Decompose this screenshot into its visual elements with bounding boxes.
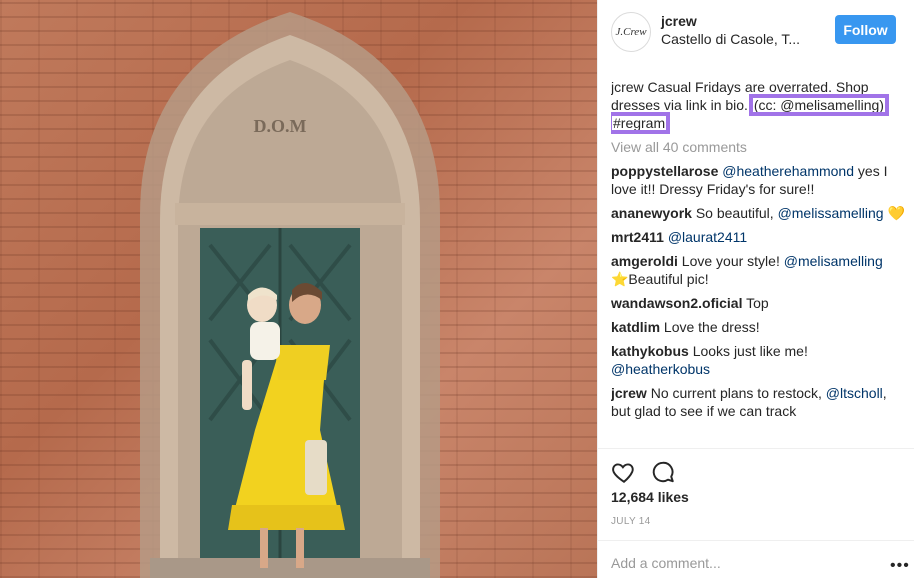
comment-item: mrt2411 @laurat2411 [611,228,905,246]
comment-item: jcrew No current plans to restock, @ltsc… [611,384,905,420]
more-options-icon[interactable]: ••• [890,557,910,575]
comment-item: poppystellarose @heatherehammond yes I l… [611,162,905,198]
comment-mention[interactable]: @melisamelling [784,253,883,269]
add-comment-input[interactable]: Add a comment... [611,555,721,571]
comment-mention[interactable]: @heatherkobus [611,361,710,377]
comment-item: kathykobus Looks just like me! @heatherk… [611,342,905,378]
comment-username[interactable]: amgeroldi [611,253,678,269]
caption-hashtag[interactable]: #regram [611,112,671,134]
comment-mention[interactable]: @ltscholl [826,385,883,401]
location-link[interactable]: Castello di Casole, T... [661,31,800,47]
post-header: J.Crew jcrew Castello di Casole, T... Fo… [598,0,914,64]
comment-emoji: 💛 [883,205,905,221]
comment-username[interactable]: ananewyork [611,205,692,221]
comment-username[interactable]: poppystellarose [611,163,718,179]
avatar[interactable]: J.Crew [611,12,651,52]
caption-cc-highlight[interactable]: (cc: @melisamelling) [748,94,889,116]
comment-text: Looks just like me! [688,343,808,359]
photo-inscription: D.O.M [254,116,307,136]
comment-mention[interactable]: @heatherehammond [722,163,854,179]
comments-list[interactable]: jcrew Casual Fridays are overrated. Shop… [611,78,905,444]
comment-text: So beautiful, [691,205,778,221]
avatar-logo: J.Crew [615,26,647,38]
likes-count[interactable]: 12,684 likes [611,489,689,505]
comment-mention[interactable]: @laurat2411 [668,229,747,245]
heart-icon[interactable] [611,459,637,485]
caption: jcrew Casual Fridays are overrated. Shop… [611,78,905,134]
comment-username[interactable]: katdlim [611,319,660,335]
comment-text: Top [742,295,769,311]
comment-icon[interactable] [650,459,676,485]
comment-item: ananewyork So beautiful, @melissamelling… [611,204,905,222]
comment-username[interactable]: mrt2411 [611,229,664,245]
add-comment-bar: Add a comment... ••• [598,540,914,578]
follow-button[interactable]: Follow [835,15,896,44]
post-photo[interactable]: D.O.M [0,0,597,578]
post-date: JULY 14 [611,516,651,527]
comment-item: amgeroldi Love your style! @melisamellin… [611,252,905,288]
comment-text: No current plans to restock, [646,385,826,401]
comment-item: katdlim Love the dress! [611,318,905,336]
username-link[interactable]: jcrew [661,13,697,29]
comment-username[interactable]: jcrew [611,385,647,401]
comment-text: Love the dress! [660,319,760,335]
comment-text-after: ⭐Beautiful pic! [611,271,709,287]
comment-text: Love your style! [677,253,784,269]
comment-item: wandawson2.oficial Top [611,294,905,312]
caption-username[interactable]: jcrew [611,79,644,95]
comment-username[interactable]: kathykobus [611,343,689,359]
view-all-comments-link[interactable]: View all 40 comments [611,138,905,156]
action-bar [598,448,914,488]
photo-scene: D.O.M [140,12,440,578]
comment-mention[interactable]: @melissamelling [778,205,884,221]
post-side-panel: J.Crew jcrew Castello di Casole, T... Fo… [598,0,914,578]
comment-username[interactable]: wandawson2.oficial [611,295,742,311]
